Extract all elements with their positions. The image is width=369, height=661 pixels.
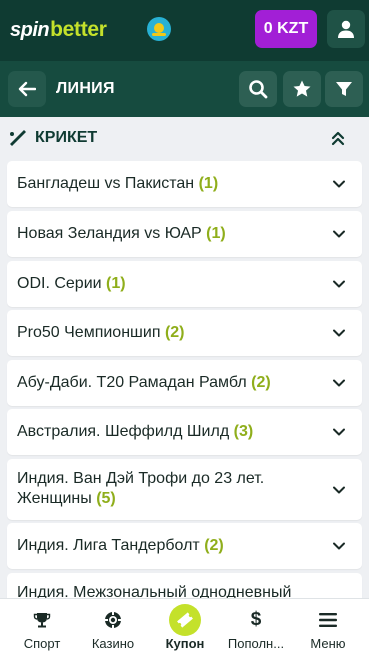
nav-label: Купон	[165, 636, 205, 651]
nav-deposit[interactable]: $ Пополн...	[220, 599, 292, 661]
league-count: (3)	[233, 423, 254, 440]
league-row[interactable]: Индия. Ван Дэй Трофи до 23 лет. Женщины …	[7, 459, 362, 520]
page-title: ЛИНИЯ	[56, 80, 115, 97]
league-row[interactable]: Абу-Даби. T20 Рамадан Рамбл (2)	[7, 360, 362, 406]
league-name: Pro50 Чемпионшип	[17, 324, 161, 341]
league-name: Новая Зеландия vs ЮАР	[17, 225, 202, 242]
league-row[interactable]: Австралия. Шеффилд Шилд (3)	[7, 409, 362, 455]
league-label: Индия. Лига Тандерболт (2)	[17, 536, 320, 556]
chevron-down-icon	[333, 230, 345, 238]
league-name: Индия. Лига Тандерболт	[17, 537, 200, 554]
double-chevron-up-icon[interactable]	[329, 129, 347, 147]
casino-chip-icon	[105, 612, 121, 628]
chevron-down-icon	[333, 329, 345, 337]
filter-button[interactable]	[325, 71, 363, 107]
chevron-down-icon	[333, 379, 345, 387]
cricket-bat-icon	[10, 130, 26, 146]
spinbetter-logo[interactable]: spin better	[10, 18, 107, 42]
cricket-section-header[interactable]: КРИКЕТ	[0, 117, 369, 159]
star-icon	[293, 80, 311, 97]
league-count: (2)	[164, 324, 185, 341]
logo-better-text: better	[50, 18, 107, 41]
arrow-left-icon	[18, 81, 36, 97]
league-row[interactable]: Новая Зеландия vs ЮАР (1)	[7, 211, 362, 257]
league-count: (5)	[96, 490, 116, 507]
user-icon	[338, 20, 354, 38]
nav-label: Меню	[310, 636, 346, 651]
kazakhstan-flag-icon[interactable]	[147, 17, 171, 41]
top-bar: spin better 0 KZT	[0, 0, 369, 61]
league-name: Австралия. Шеффилд Шилд	[17, 423, 230, 440]
league-name: Индия. Ван Дэй Трофи до 23 лет. Женщины	[17, 470, 265, 507]
nav-label: Казино	[91, 636, 135, 651]
favorites-button[interactable]	[283, 71, 321, 107]
league-name: Бангладеш vs Пакистан	[17, 175, 195, 192]
league-label: Австралия. Шеффилд Шилд (3)	[17, 422, 320, 442]
league-label: Абу-Даби. T20 Рамадан Рамбл (2)	[17, 373, 320, 393]
chevron-down-icon	[333, 280, 345, 288]
section-title: КРИКЕТ	[35, 129, 98, 146]
coupon-ticket-icon	[177, 612, 193, 628]
league-row[interactable]: ODI. Серии (1)	[7, 261, 362, 307]
nav-casino[interactable]: Казино	[82, 599, 144, 661]
league-label: Новая Зеландия vs ЮАР (1)	[17, 224, 320, 244]
nav-label: Спорт	[23, 636, 61, 651]
logo-spin-text: spin	[10, 18, 50, 41]
chevron-down-icon	[333, 486, 345, 494]
nav-sport[interactable]: Спорт	[12, 599, 72, 661]
search-button[interactable]	[239, 71, 277, 107]
coupon-button[interactable]	[169, 604, 201, 636]
league-count: (1)	[198, 175, 219, 192]
league-label: Бангладеш vs Пакистан (1)	[17, 174, 320, 194]
profile-button[interactable]	[327, 10, 365, 48]
trophy-icon	[33, 613, 51, 628]
balance-button[interactable]: 0 KZT	[255, 10, 317, 48]
league-label: ODI. Серии (1)	[17, 274, 320, 294]
nav-menu[interactable]: Меню	[298, 599, 358, 661]
league-row[interactable]: Индия. Лига Тандерболт (2)	[7, 523, 362, 569]
league-label: Pro50 Чемпионшип (2)	[17, 323, 320, 343]
chevron-down-icon	[333, 180, 345, 188]
league-count: (2)	[204, 537, 224, 554]
search-icon	[249, 80, 268, 99]
league-count: (2)	[251, 374, 271, 391]
chevron-down-icon	[333, 428, 345, 436]
nav-label: Пополн...	[227, 636, 285, 651]
league-name: ODI. Серии	[17, 275, 102, 292]
chevron-down-icon	[333, 542, 345, 550]
hamburger-menu-icon	[319, 613, 337, 627]
filter-funnel-icon	[336, 82, 352, 96]
league-count: (1)	[106, 275, 126, 292]
league-count: (1)	[206, 225, 226, 242]
back-button[interactable]	[8, 71, 46, 107]
league-row[interactable]: Бангладеш vs Пакистан (1)	[7, 161, 362, 207]
league-label: Индия. Ван Дэй Трофи до 23 лет. Женщины …	[17, 469, 320, 509]
league-row[interactable]: Pro50 Чемпионшип (2)	[7, 310, 362, 356]
dollar-icon: $	[250, 609, 262, 630]
line-header-bar: ЛИНИЯ	[0, 61, 369, 117]
league-name: Абу-Даби. T20 Рамадан Рамбл	[17, 374, 247, 391]
